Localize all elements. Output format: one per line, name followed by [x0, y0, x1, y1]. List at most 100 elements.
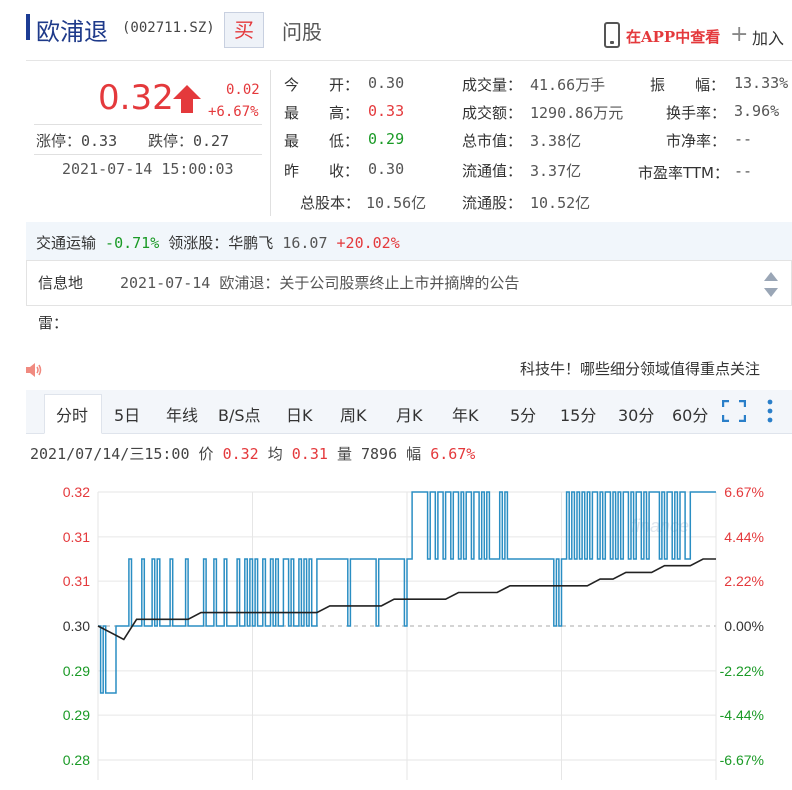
stock-name: 欧浦退 [36, 18, 108, 46]
quote-time: 2021-07-14 15:00:03 [62, 160, 234, 178]
sector-leader-label: 领涨股： [168, 234, 229, 252]
stat-float-shares-value: 10.52亿 [530, 194, 591, 212]
stat-low-label: 最 低： [284, 132, 360, 150]
status-avg: 0.31 [291, 445, 328, 463]
stat-pb-label: 市净率： [666, 132, 727, 150]
stat-amplitude-value: 13.33% [734, 74, 789, 92]
pct-tick-label: -4.44% [720, 707, 764, 723]
quote-divider [34, 154, 262, 155]
scroll-down-icon[interactable] [764, 288, 778, 297]
stat-pe-ttm-value: -- [734, 162, 753, 180]
promo-link[interactable]: 科技牛！哪些细分领域值得重点关注 [520, 358, 760, 379]
stat-volume-value: 41.66万手 [530, 76, 606, 94]
limit-down: 跌停：0.27 [148, 132, 230, 150]
more-icon[interactable] [766, 398, 774, 424]
stat-float-shares-label: 流通股： [462, 194, 523, 212]
up-arrow-icon [173, 85, 201, 113]
stat-turnover-rate-value: 3.96% [734, 102, 780, 120]
y-tick-label: 0.32 [63, 484, 90, 500]
price-change-pct: +6.67% [208, 104, 259, 120]
status-amp-label: 幅 [406, 445, 422, 463]
tab-daily-k[interactable]: 日K [286, 402, 313, 426]
tab-intraday[interactable]: 分时 [56, 402, 88, 426]
status-avg-label: 均 [267, 445, 283, 463]
sector-change: -0.71% [105, 234, 160, 252]
tab-yearly-k[interactable]: 年K [452, 402, 479, 426]
pct-tick-label: -6.67% [720, 752, 764, 768]
tab-year-line[interactable]: 年线 [166, 402, 198, 426]
phone-icon [604, 22, 620, 48]
limit-up: 涨停：0.33 [36, 132, 118, 150]
stat-volume-label: 成交量： [462, 76, 523, 94]
y-tick-label: 0.29 [63, 707, 90, 723]
status-amp: 6.67% [430, 445, 476, 463]
y-tick-label: 0.28 [63, 752, 90, 768]
intraday-chart[interactable]: 0.32 6.67% 0.31 4.44% 0.31 2.22% 0.30 0.00% 0.29… [0, 470, 792, 790]
stock-code: (002711.SZ) [122, 20, 215, 36]
stat-market-cap-value: 3.38亿 [530, 132, 582, 150]
pct-tick-label: 2.22% [724, 573, 764, 589]
add-watchlist-button[interactable]: 加入 [752, 25, 784, 49]
stat-prev-close-value: 0.30 [368, 160, 405, 178]
stat-amplitude-label: 振 幅： [650, 76, 726, 94]
tab-bs-points[interactable]: B/S点 [218, 402, 261, 426]
y-tick-label: 0.29 [63, 663, 90, 679]
status-datetime: 2021/07/14/三15:00 [30, 445, 190, 463]
status-vol-label: 量 [336, 445, 352, 463]
quote-divider [34, 124, 262, 125]
stat-turnover-rate-label: 换手率： [666, 104, 727, 122]
tab-monthly-k[interactable]: 月K [396, 402, 423, 426]
y-tick-label: 0.30 [63, 618, 90, 634]
tab-30min[interactable]: 30分 [618, 402, 654, 426]
pct-tick-label: 0.00% [724, 618, 764, 634]
scroll-up-icon[interactable] [764, 272, 778, 281]
ask-stock-button[interactable]: 问股 [282, 16, 322, 45]
stat-float-cap-value: 3.37亿 [530, 162, 582, 180]
y-tick-label: 0.31 [63, 529, 90, 545]
chart-status-line: 2021/07/14/三15:00 价 0.32 均 0.31 量 7896 幅… [30, 443, 475, 464]
stat-total-shares-value: 10.56亿 [366, 194, 427, 212]
pct-tick-label: 6.67% [724, 484, 764, 500]
stat-pe-ttm-label: 市盈率TTM： [638, 164, 730, 182]
tab-5day[interactable]: 5日 [114, 402, 140, 426]
status-price: 0.32 [222, 445, 259, 463]
sector-name[interactable]: 交通运输 [36, 234, 96, 252]
y-tick-label: 0.31 [63, 573, 90, 589]
pct-tick-label: -2.22% [720, 663, 764, 679]
header-divider [26, 60, 792, 61]
status-price-label: 价 [198, 445, 214, 463]
stat-total-shares-label: 总股本： [300, 194, 361, 212]
sector-leader-price: 16.07 [282, 234, 328, 252]
announcement-link[interactable]: 2021-07-14 欧浦退：关于公司股票终止上市并摘牌的公告 [120, 272, 519, 293]
stat-high-value: 0.33 [368, 102, 405, 120]
stat-float-cap-label: 流通值： [462, 162, 523, 180]
stat-turnover-value: 1290.86万元 [530, 104, 624, 122]
stat-prev-close-label: 昨 收： [284, 162, 360, 180]
info-label: 信息地 [38, 274, 84, 292]
fullscreen-icon[interactable] [722, 400, 746, 422]
sector-summary: 交通运输 -0.71% 领涨股：华鹏飞 16.07 +20.02% [36, 232, 400, 253]
tab-60min[interactable]: 60分 [672, 402, 708, 426]
price-change: 0.02 [226, 82, 260, 98]
current-price: 0.32 [98, 78, 174, 118]
stat-open-label: 今 开： [284, 76, 360, 94]
plus-icon[interactable]: + [730, 22, 748, 48]
view-in-app-link[interactable]: 在APP中查看 [626, 26, 720, 47]
sector-leader-change: +20.02% [336, 234, 400, 252]
status-vol: 7896 [360, 445, 398, 463]
tab-5min[interactable]: 5分 [510, 402, 536, 426]
quote-vertical-divider [270, 70, 271, 216]
sector-leader-name[interactable]: 华鹏飞 [228, 234, 273, 252]
header-accent-bar [26, 14, 30, 40]
stat-high-label: 最 高： [284, 104, 360, 122]
buy-button[interactable]: 买 [224, 12, 264, 48]
stat-pb-value: -- [734, 130, 753, 148]
stat-turnover-label: 成交额： [462, 104, 523, 122]
thunder-label: 雷： [38, 314, 69, 332]
speaker-icon [26, 363, 42, 377]
stat-market-cap-label: 总市值： [462, 132, 523, 150]
tab-15min[interactable]: 15分 [560, 402, 596, 426]
pct-tick-label: 4.44% [724, 529, 764, 545]
tab-weekly-k[interactable]: 周K [340, 402, 367, 426]
stat-low-value: 0.29 [368, 130, 405, 148]
